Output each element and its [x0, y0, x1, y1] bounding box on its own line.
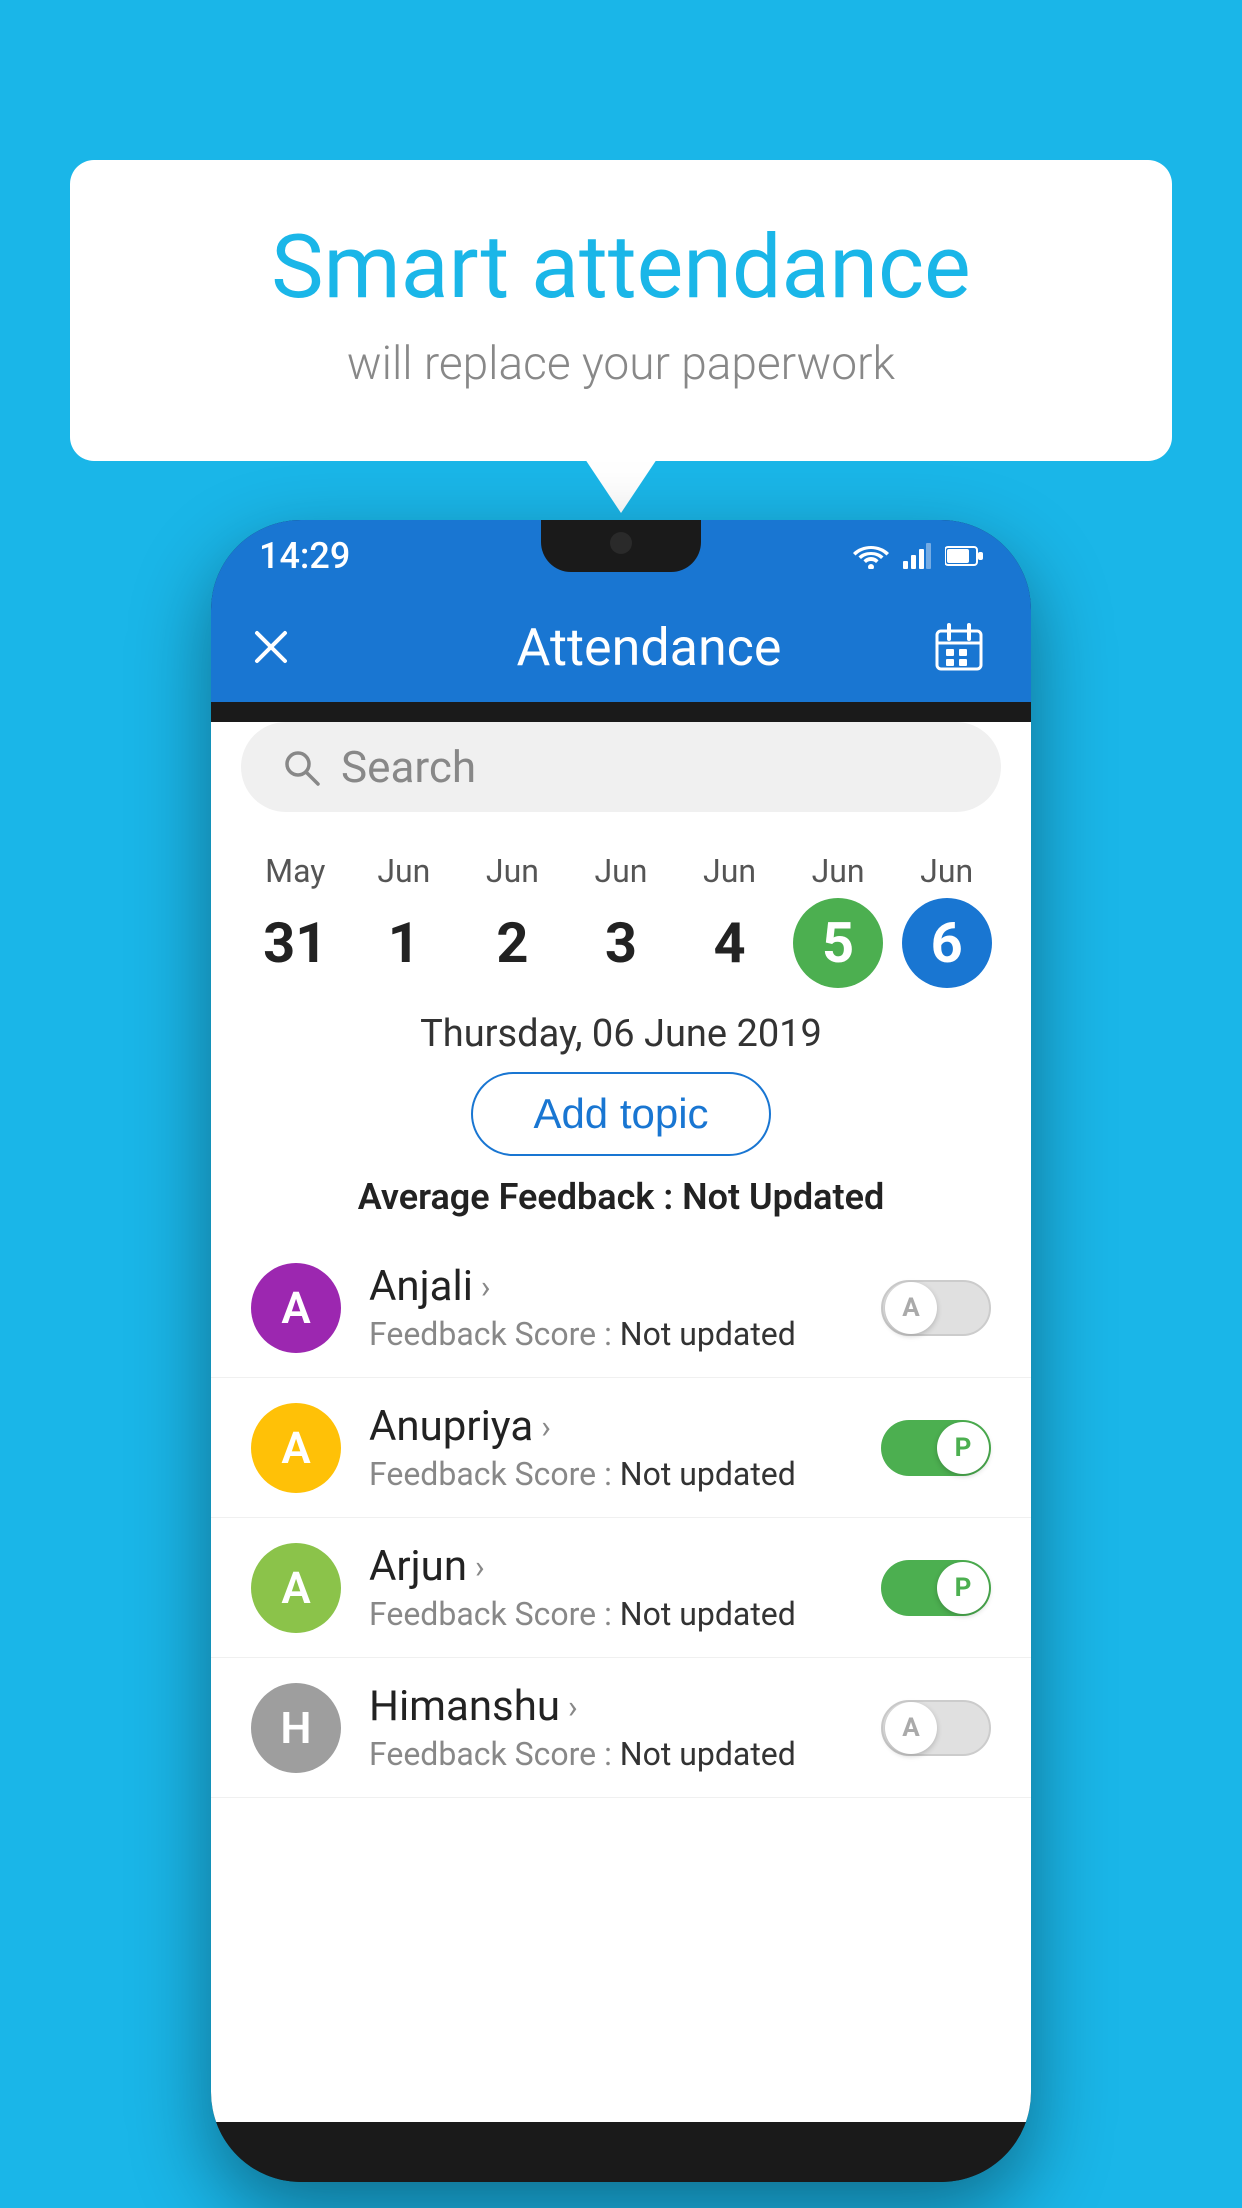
student-info: Anjali › Feedback Score : Not updated [369, 1262, 853, 1353]
search-icon [281, 747, 321, 787]
student-feedback: Feedback Score : Not updated [369, 1735, 853, 1773]
screen-content: Search May 31 Jun 1 Jun 2 Jun 3 Jun 4 Jun 5 Jun 6 Thu… [211, 722, 1031, 2122]
attendance-toggle[interactable]: P [881, 1560, 991, 1616]
cal-month-label: Jun [377, 852, 430, 890]
status-time: 14:29 [259, 535, 350, 577]
feedback-value: Not updated [620, 1455, 796, 1493]
phone-wrapper: 14:29 [211, 520, 1031, 2182]
cal-date-number[interactable]: 5 [793, 898, 883, 988]
toggle-knob: P [937, 1422, 989, 1474]
phone-bottom [211, 2122, 1031, 2182]
toggle-switch[interactable]: P [881, 1560, 991, 1616]
phone-notch [541, 520, 701, 572]
cal-date-number[interactable]: 6 [902, 898, 992, 988]
student-name: Anjali › [369, 1262, 853, 1311]
chevron-right-icon: › [475, 1548, 485, 1586]
student-name: Himanshu › [369, 1682, 853, 1731]
cal-month-label: Jun [812, 852, 865, 890]
search-input[interactable]: Search [341, 741, 476, 793]
chevron-right-icon: › [481, 1268, 491, 1306]
add-topic-button[interactable]: Add topic [471, 1072, 770, 1156]
search-bar[interactable]: Search [241, 722, 1001, 812]
average-feedback: Average Feedback : Not Updated [211, 1176, 1031, 1218]
calendar-day[interactable]: Jun 3 [571, 852, 671, 988]
student-info: Arjun › Feedback Score : Not updated [369, 1542, 853, 1633]
phone: 14:29 [211, 520, 1031, 2182]
speech-bubble-container: Smart attendance will replace your paper… [70, 160, 1172, 461]
cal-date-number[interactable]: 1 [359, 898, 449, 988]
cal-date-number[interactable]: 31 [250, 898, 340, 988]
calendar-day[interactable]: Jun 4 [680, 852, 780, 988]
chevron-right-icon: › [568, 1688, 578, 1726]
student-list-item[interactable]: A Arjun › Feedback Score : Not updated P [211, 1518, 1031, 1658]
signal-icon [903, 543, 931, 569]
feedback-value: Not updated [620, 1595, 796, 1633]
toggle-switch[interactable]: A [881, 1280, 991, 1336]
student-feedback: Feedback Score : Not updated [369, 1315, 853, 1353]
toggle-knob: P [937, 1562, 989, 1614]
speech-bubble: Smart attendance will replace your paper… [70, 160, 1172, 461]
attendance-toggle[interactable]: A [881, 1700, 991, 1756]
calendar-day[interactable]: Jun 2 [462, 852, 562, 988]
average-feedback-label: Average Feedback : [358, 1176, 682, 1218]
calendar-strip: May 31 Jun 1 Jun 2 Jun 3 Jun 4 Jun 5 Jun 6 [211, 832, 1031, 988]
cal-date-number[interactable]: 2 [467, 898, 557, 988]
students-list: AAnjali ›Feedback Score : Not updatedAAA… [211, 1238, 1031, 1798]
student-feedback: Feedback Score : Not updated [369, 1455, 853, 1493]
calendar-day[interactable]: Jun 5 [788, 852, 888, 988]
cal-date-number[interactable]: 4 [685, 898, 775, 988]
chevron-right-icon: › [541, 1408, 551, 1446]
cal-month-label: Jun [594, 852, 647, 890]
student-avatar: A [251, 1403, 341, 1493]
student-list-item[interactable]: A Anupriya › Feedback Score : Not updated P [211, 1378, 1031, 1518]
feedback-value: Not updated [620, 1315, 796, 1353]
speech-bubble-title: Smart attendance [150, 220, 1092, 317]
toggle-knob: A [885, 1702, 937, 1754]
calendar-day[interactable]: Jun 6 [897, 852, 997, 988]
status-icons [853, 543, 983, 569]
cal-date-number[interactable]: 3 [576, 898, 666, 988]
toggle-switch[interactable]: P [881, 1420, 991, 1476]
calendar-button[interactable] [927, 615, 991, 679]
student-avatar: A [251, 1543, 341, 1633]
app-bar-title: Attendance [321, 617, 977, 678]
calendar-day[interactable]: May 31 [245, 852, 345, 988]
student-avatar: A [251, 1263, 341, 1353]
wifi-icon [853, 543, 889, 569]
student-list-item[interactable]: A Anjali › Feedback Score : Not updated A [211, 1238, 1031, 1378]
student-info: Anupriya › Feedback Score : Not updated [369, 1402, 853, 1493]
battery-icon [945, 545, 983, 567]
student-list-item[interactable]: H Himanshu › Feedback Score : Not updated A [211, 1658, 1031, 1798]
toggle-switch[interactable]: A [881, 1700, 991, 1756]
speech-bubble-subtitle: will replace your paperwork [150, 337, 1092, 391]
close-button[interactable] [251, 627, 291, 667]
calendar-day[interactable]: Jun 1 [354, 852, 454, 988]
student-name: Anupriya › [369, 1402, 853, 1451]
attendance-toggle[interactable]: P [881, 1420, 991, 1476]
student-avatar: H [251, 1683, 341, 1773]
student-name: Arjun › [369, 1542, 853, 1591]
cal-month-label: May [265, 852, 325, 890]
attendance-toggle[interactable]: A [881, 1280, 991, 1336]
cal-month-label: Jun [486, 852, 539, 890]
cal-month-label: Jun [703, 852, 756, 890]
student-feedback: Feedback Score : Not updated [369, 1595, 853, 1633]
selected-date-label: Thursday, 06 June 2019 [211, 1012, 1031, 1056]
feedback-value: Not updated [620, 1735, 796, 1773]
app-bar: Attendance [211, 592, 1031, 702]
student-info: Himanshu › Feedback Score : Not updated [369, 1682, 853, 1773]
cal-month-label: Jun [920, 852, 973, 890]
average-feedback-value: Not Updated [682, 1176, 884, 1218]
toggle-knob: A [885, 1282, 937, 1334]
